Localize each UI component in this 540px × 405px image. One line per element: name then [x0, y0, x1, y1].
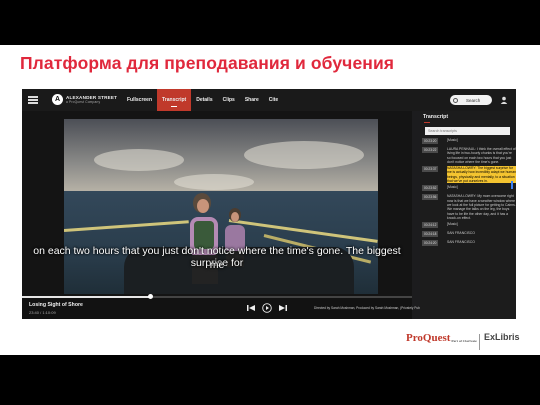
skip-forward-icon[interactable] — [278, 303, 288, 313]
transcript-text: SAN FRANCISCO — [447, 231, 475, 236]
transcript-entry[interactable]: 00:23:22 LAURA PENHAUL: I think the overa… — [422, 147, 516, 164]
profile-icon[interactable] — [500, 96, 508, 104]
transcript-entry[interactable]: 00:23:52 [Music] — [422, 185, 516, 192]
transcript-entry[interactable]: 00:23:37 NATASHA LOWRY: The biggest surpr… — [422, 166, 516, 184]
search-icon — [453, 97, 458, 103]
transcript-text: [Music] — [447, 185, 458, 190]
transcript-text: NATASHA LOWRY: My mom overcome right now… — [447, 194, 516, 220]
transcript-panel: Transcript Search transcripts 00:23:20 [M… — [420, 111, 516, 319]
search-label: Search — [466, 97, 481, 103]
tab-details[interactable]: Details — [191, 89, 217, 111]
player-tabs: Fullscreen Transcript Details Clips Shar… — [122, 89, 283, 111]
transcript-list: 00:23:20 [Music] 00:23:22 LAURA PENHAUL: I … — [422, 138, 516, 249]
skip-back-icon[interactable] — [246, 303, 256, 313]
proquest-logo: ProQuest Part of Clarivate — [406, 332, 477, 344]
cloud — [174, 174, 254, 190]
play-icon[interactable] — [262, 303, 272, 313]
logo-name: ALEXANDER STREET — [66, 94, 118, 100]
transcript-entry[interactable]: 00:24:12 [Music] — [422, 222, 516, 229]
transcript-timestamp[interactable]: 00:23:52 — [422, 185, 439, 192]
video-player: A ALEXANDER STREET a ProQuest Company Fu… — [22, 89, 516, 319]
slide-title: Платформа для преподавания и обучения — [20, 53, 395, 73]
exlibris-logo-text: ExLibris — [484, 332, 520, 342]
player-controls: Losing Sight of Shore 23:40 / 1:10:09 Di… — [22, 294, 465, 319]
transcript-timestamp[interactable]: 00:24:20 — [422, 240, 439, 247]
hamburger-icon[interactable] — [28, 96, 38, 104]
transcript-entry[interactable]: 00:24:20 SAN FRANCISCO — [422, 240, 516, 247]
tab-fullscreen[interactable]: Fullscreen — [122, 89, 157, 111]
exlibris-logo: ExLibris — [484, 332, 520, 342]
subtitle-line: me — [209, 259, 225, 271]
player-topbar: A ALEXANDER STREET a ProQuest Company Fu… — [22, 89, 516, 111]
footer-divider — [479, 334, 480, 350]
transcript-entry[interactable]: 00:23:56 NATASHA LOWRY: My mom overcome r… — [422, 194, 516, 220]
transcript-heading: Transcript — [423, 114, 449, 120]
video-time: 23:40 / 1:10:09 — [29, 310, 56, 315]
transcript-timestamp[interactable]: 00:23:22 — [422, 147, 439, 153]
transcript-entry[interactable]: 00:23:20 [Music] — [422, 138, 516, 145]
video-area[interactable]: on each two hours that you just don't no… — [22, 111, 412, 296]
transcript-timestamp[interactable]: 00:24:12 — [422, 222, 439, 229]
transcript-timestamp[interactable]: 00:24:18 — [422, 231, 439, 238]
transcript-search-input[interactable]: Search transcripts — [425, 127, 510, 135]
tab-cite[interactable]: Cite — [264, 89, 283, 111]
transcript-text: LAURA PENHAUL: I think the overall effec… — [447, 147, 516, 164]
transcript-timestamp[interactable]: 00:23:56 — [422, 194, 439, 201]
logo-sub: a ProQuest Company — [66, 99, 101, 104]
transcript-scrollbar[interactable] — [511, 181, 513, 189]
video-title: Losing Sight of Shore — [29, 302, 83, 308]
slide: Платформа для преподавания и обучения A … — [0, 45, 540, 355]
transcript-text: SAN FRANCISCO — [447, 240, 475, 245]
heading-underline — [424, 122, 430, 124]
transcript-search-placeholder: Search transcripts — [428, 128, 457, 133]
transcript-text: [Music] — [447, 222, 458, 227]
tab-share[interactable]: Share — [240, 89, 264, 111]
cloud — [244, 141, 364, 169]
progress-handle[interactable] — [148, 294, 154, 299]
tab-transcript[interactable]: Transcript — [157, 89, 192, 111]
progress-fill — [22, 296, 151, 298]
transcript-entry[interactable]: 00:24:18 SAN FRANCISCO — [422, 231, 516, 238]
logo-mark-icon: A — [52, 94, 63, 105]
search-button[interactable]: Search — [450, 95, 492, 105]
proquest-logo-sub: Part of Clarivate — [451, 339, 477, 343]
cloud — [94, 149, 184, 171]
transcript-text: NATASHA LOWRY: The biggest surprise for … — [447, 166, 516, 184]
proquest-logo-text: ProQuest — [406, 332, 451, 344]
tab-clips[interactable]: Clips — [218, 89, 240, 111]
progress-bar[interactable] — [22, 294, 412, 299]
transcript-timestamp[interactable]: 00:23:37 — [422, 166, 439, 173]
publisher-logo[interactable]: A ALEXANDER STREET a ProQuest Company — [52, 94, 117, 105]
transcript-timestamp[interactable]: 00:23:20 — [422, 138, 439, 144]
transcript-text: [Music] — [447, 138, 458, 142]
